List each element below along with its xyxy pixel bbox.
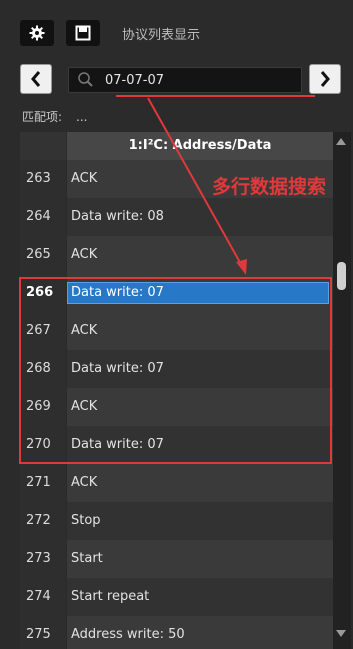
annotation-label: 多行数据搜索 [212,176,327,198]
annotation-arrow [147,97,247,275]
